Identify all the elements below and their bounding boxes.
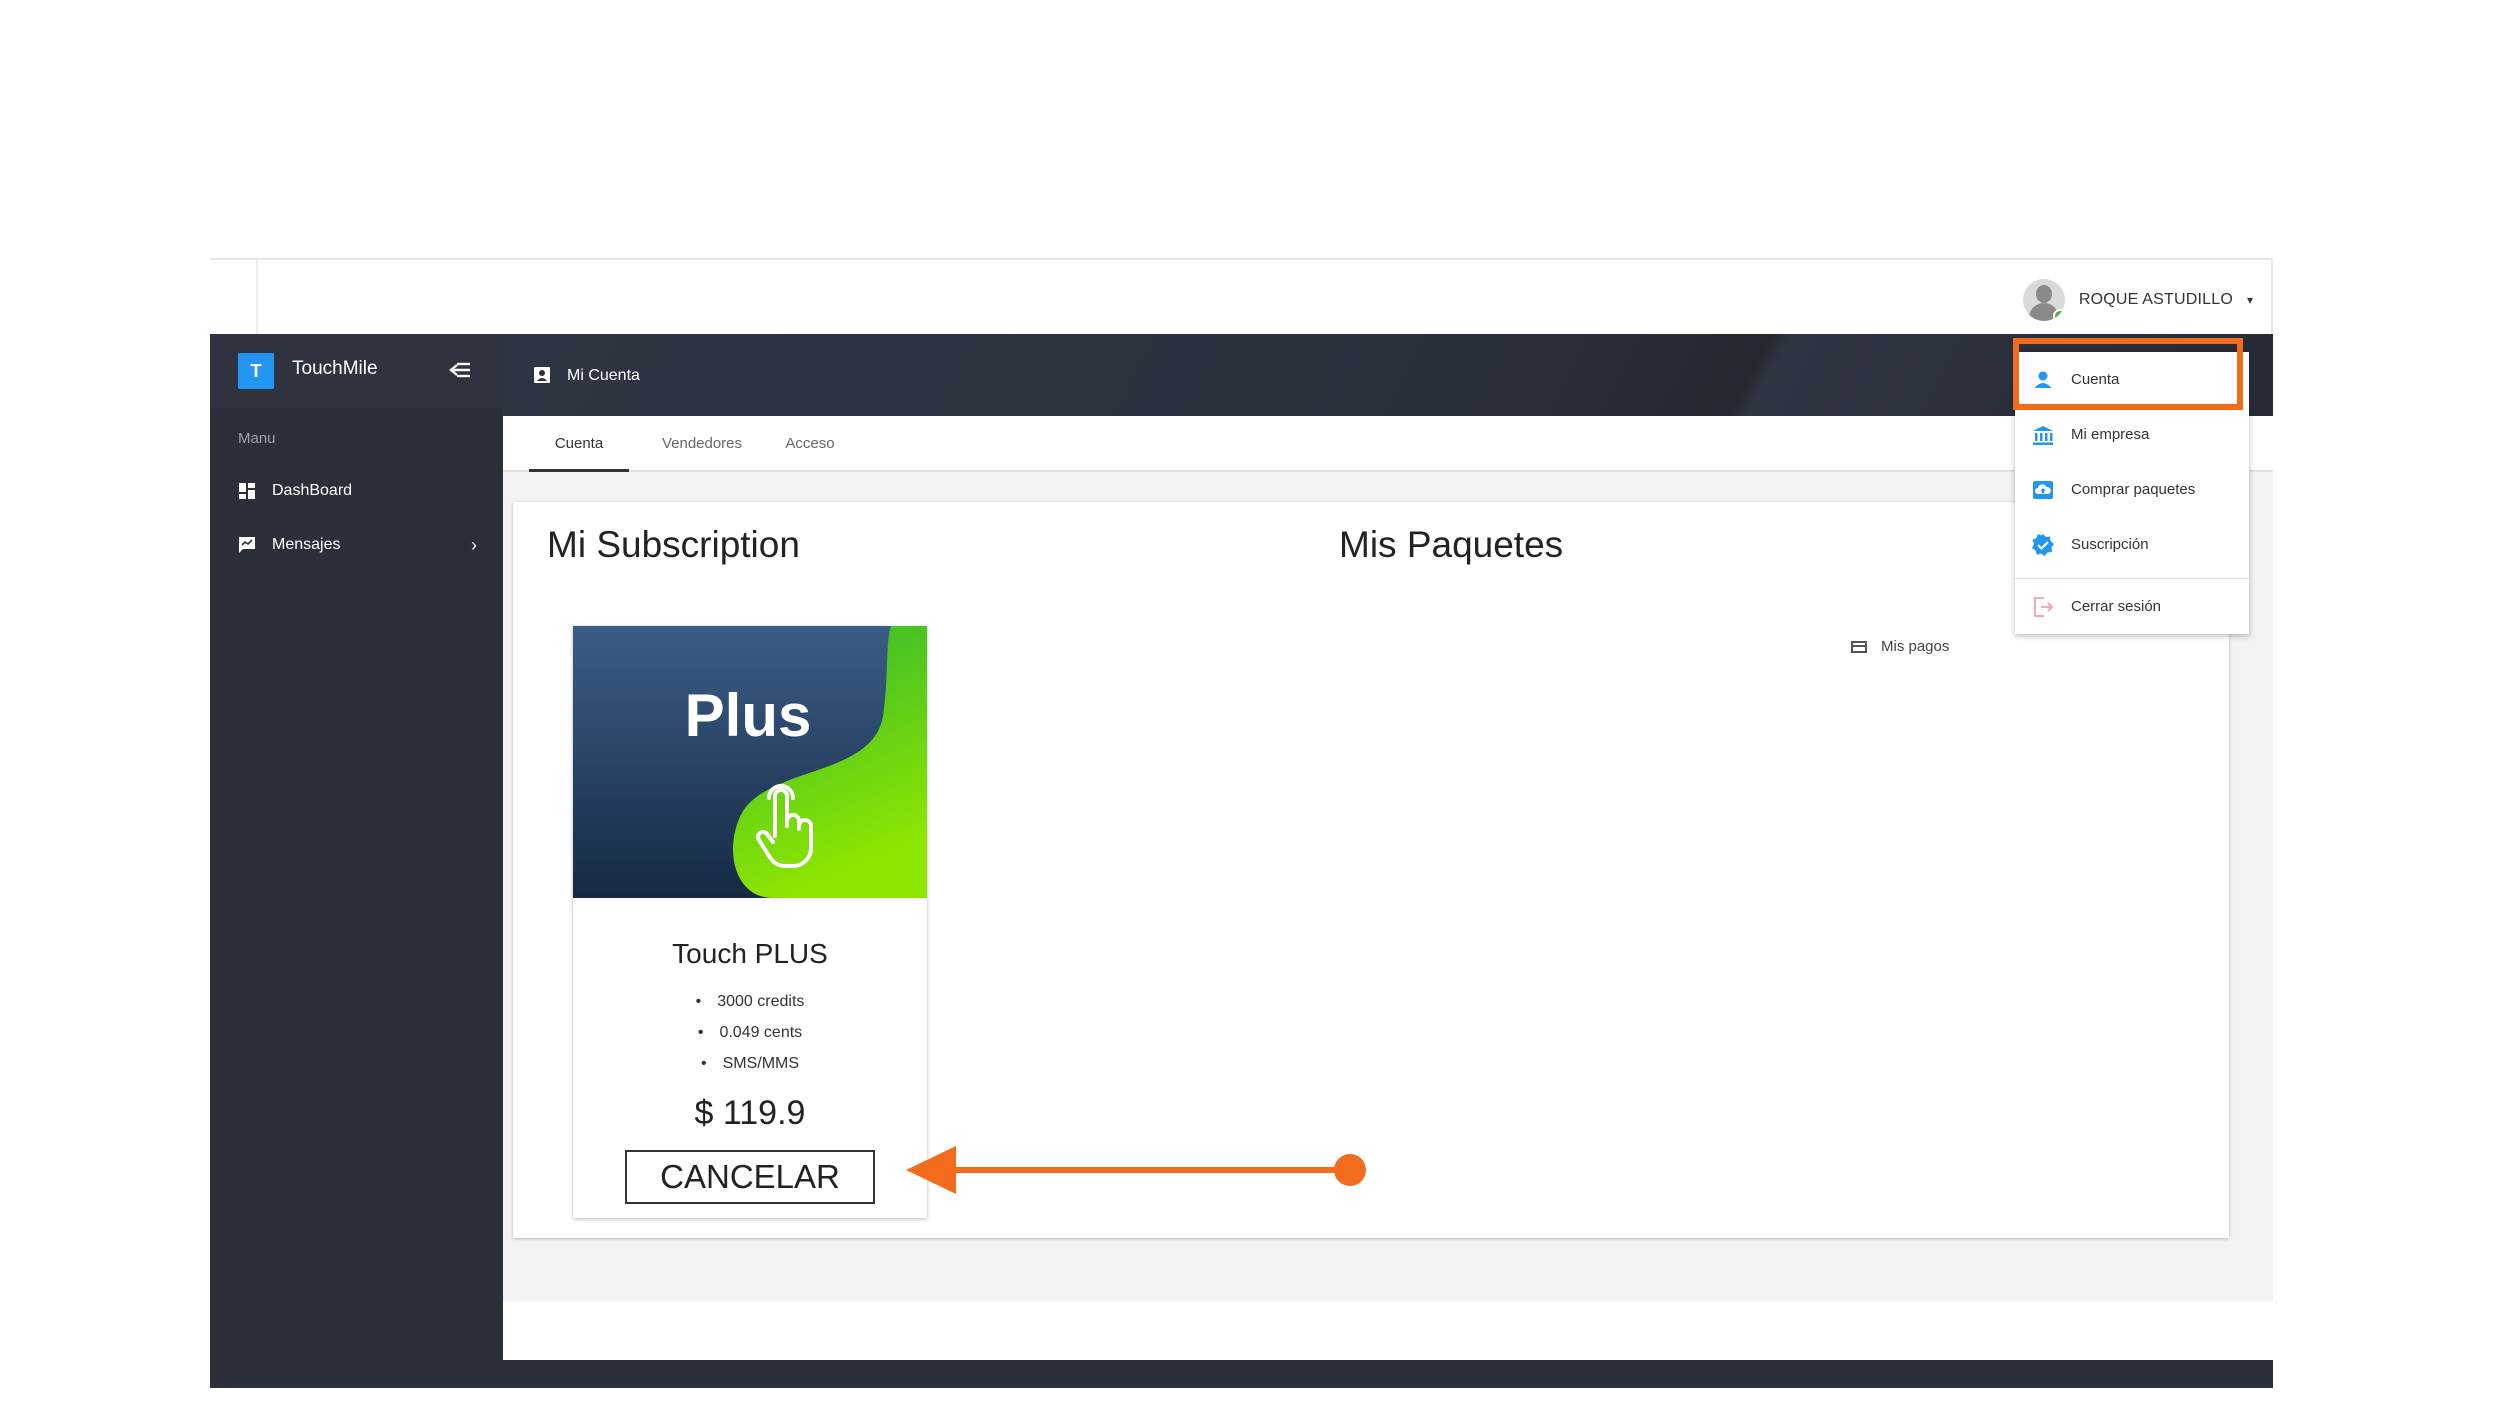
verified-badge-icon (2032, 533, 2054, 556)
credit-card-icon (1851, 640, 1867, 653)
user-menu-toggle[interactable]: ROQUE ASTUDILLO ▾ (2022, 278, 2253, 322)
list-item: 0.049 cents (573, 1017, 927, 1048)
top-bar-divider (256, 260, 258, 336)
packages-title: Mis Paquetes (1339, 524, 1564, 565)
menu-item-cerrar-sesion[interactable]: Cerrar sesión (2015, 579, 2249, 634)
menu-item-mi-empresa[interactable]: Mi empresa (2015, 407, 2249, 462)
top-bar: ROQUE ASTUDILLO ▾ (210, 258, 2273, 336)
account-box-icon (534, 367, 550, 383)
product-image: Plus (573, 626, 927, 898)
tab-bar: Cuenta Vendedores Acceso (503, 416, 2273, 472)
cloud-upload-icon (2033, 480, 2053, 499)
caret-down-icon[interactable]: ▾ (2247, 293, 2253, 307)
list-item: 3000 credits (573, 986, 927, 1017)
cancel-subscription-button[interactable]: CANCELAR (625, 1150, 875, 1204)
avatar[interactable] (2022, 279, 2065, 321)
tab-vendedores[interactable]: Vendedores (649, 416, 755, 472)
product-card: Plus Touch PLUS 3000 credits 0.049 cents… (573, 626, 927, 1218)
subscription-title: Mi Subscription (547, 524, 800, 565)
annotation-highlight-box (2013, 338, 2243, 410)
product-image-text: Plus (685, 682, 812, 749)
menu-item-comprar-paquetes[interactable]: Comprar paquetes (2015, 462, 2249, 517)
tab-cuenta[interactable]: Cuenta (529, 416, 629, 472)
product-price: $ 119.9 (694, 1094, 806, 1132)
message-icon (239, 537, 255, 553)
menu-item-label: Cerrar sesión (2071, 598, 2162, 615)
online-status-dot (2052, 309, 2065, 321)
collapse-menu-icon[interactable] (446, 356, 474, 384)
logout-icon (2034, 596, 2054, 617)
bank-icon (2033, 425, 2053, 445)
sidebar-item-label: DashBoard (272, 482, 353, 499)
chevron-right-icon[interactable]: › (471, 535, 477, 556)
app-window: ROQUE ASTUDILLO ▾ T TouchMile Manu DashB… (210, 258, 2273, 1388)
account-card: Mi Subscription Mis Paquetes Mis pagos P… (513, 502, 2229, 1238)
sidebar: T TouchMile Manu DashBoard Mensajes › (210, 334, 503, 1388)
footer-bar (210, 1360, 2273, 1388)
menu-section-label: Manu (238, 430, 276, 447)
product-name: Touch PLUS (672, 938, 828, 969)
menu-item-label: Suscripción (2071, 536, 2149, 553)
sidebar-header: T TouchMile (210, 334, 503, 408)
feature-list: 3000 credits 0.049 cents SMS/MMS (573, 986, 927, 1079)
tab-acceso[interactable]: Acceso (765, 416, 855, 472)
sidebar-item-label: Mensajes (272, 536, 341, 553)
annotation-arrow (906, 1146, 1366, 1194)
brand-logo[interactable]: T (238, 353, 274, 389)
page-header: Mi Cuenta (503, 334, 2273, 416)
payments-link[interactable]: Mis pagos (1851, 638, 1949, 655)
brand-name[interactable]: TouchMile (292, 358, 378, 380)
user-name[interactable]: ROQUE ASTUDILLO (2079, 291, 2233, 309)
menu-item-label: Comprar paquetes (2071, 481, 2196, 498)
payments-label: Mis pagos (1881, 638, 1950, 655)
menu-item-label: Mi empresa (2071, 426, 2150, 443)
sidebar-item-dashboard[interactable]: DashBoard (210, 466, 503, 516)
list-item: SMS/MMS (573, 1048, 927, 1079)
menu-item-suscripcion[interactable]: Suscripción (2015, 517, 2249, 572)
page-title: Mi Cuenta (567, 367, 640, 384)
dashboard-icon (239, 483, 255, 499)
sidebar-item-mensajes[interactable]: Mensajes › (210, 520, 503, 570)
